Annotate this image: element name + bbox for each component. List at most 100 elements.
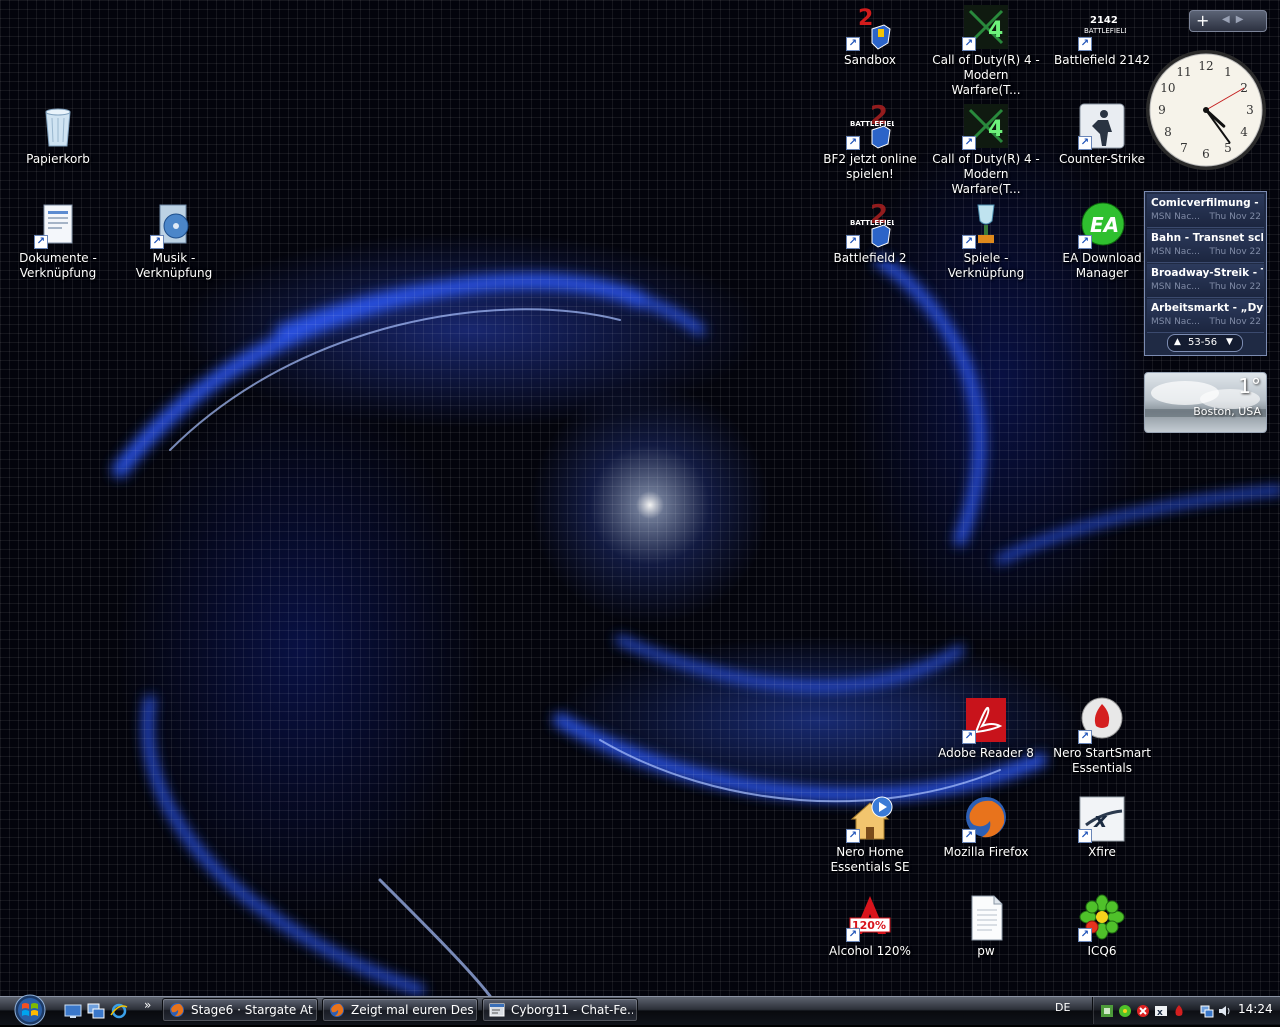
recycle-bin-icon [34,102,82,150]
clock-numeral: 8 [1164,125,1172,139]
desktop-icon-label: Nero Home Essentials SE [830,845,910,874]
news-feed-gadget: Comicverfilmung - Ei... MSN Nac... Thu N… [1144,191,1267,356]
shortcut-arrow-icon: ↗ [1078,235,1092,249]
ea-logo-text: EA [1090,213,1119,237]
bf2-online-icon: 2BATTLEFIELD ↗ [846,101,902,150]
news-item[interactable]: Comicverfilmung - Ei... MSN Nac... Thu N… [1147,194,1264,228]
shortcut-arrow-icon: ↗ [1078,136,1092,150]
desktop-icon-cod4[interactable]: 4 ↗ Call of Duty(R) 4 - Modern Warfare(T… [928,3,1044,98]
desktop-icon-recycle-bin[interactable]: Papierkorb [0,102,116,167]
clock-numeral: 11 [1176,65,1191,79]
add-gadget-button[interactable]: + [1196,11,1209,31]
counter-strike-icon: ↗ [1078,102,1126,150]
battlefield-2-icon: 2BATTLEFIELD ↗ [846,200,902,249]
desktop-icon-adobe-reader[interactable]: ↗ Adobe Reader 8 [928,696,1044,761]
tray-network-icon[interactable] [1200,1004,1214,1018]
news-date: Thu Nov 22 [1209,247,1261,257]
firefox-icon [170,1003,184,1017]
clock-numeral: 7 [1180,141,1188,155]
desktop-icon-label: Dokumente - Verknüpfung [19,251,97,280]
shortcut-arrow-icon: ↗ [1078,928,1092,942]
taskbar-button-stage6[interactable]: Stage6 · Stargate Atl... [162,998,318,1022]
desktop-icon-alcohol[interactable]: 120% ↗ Alcohol 120% [812,894,928,959]
desktop-icon-battlefield-2142[interactable]: 2142 BATTLEFIELD ↗ Battlefield 2142 [1044,3,1160,68]
weather-gadget[interactable]: 1° Boston, USA [1144,372,1267,433]
clock-numeral: 4 [1240,125,1248,139]
tray-xfire-icon[interactable]: x [1154,1004,1168,1018]
taskbar-clock[interactable]: 14:24 [1238,1002,1273,1016]
weather-city: Boston, USA [1193,405,1261,418]
clock-gadget[interactable]: 12 1234567891011 [1144,48,1268,172]
news-next-arrow-icon[interactable]: ▼ [1226,337,1233,347]
desktop-icon-cod4-2[interactable]: 4 ↗ Call of Duty(R) 4 - Modern Warfare(T… [928,102,1044,197]
desktop-icon-games[interactable]: ↗ Spiele - Verknüpfung [928,201,1044,281]
clock-numeral: 3 [1246,103,1254,117]
shortcut-arrow-icon: ↗ [150,235,164,249]
desktop-icon-label: Alcohol 120% [829,944,911,958]
taskbar-button-zeigt-mal[interactable]: Zeigt mal euren Des... [322,998,478,1022]
shortcut-arrow-icon: ↗ [962,730,976,744]
news-prev-arrow-icon[interactable]: ▲ [1174,337,1181,347]
tray-security-icon[interactable] [1136,1004,1150,1018]
language-indicator[interactable]: DE [1055,1001,1070,1014]
desktop-icon-firefox[interactable]: ↗ Mozilla Firefox [928,795,1044,860]
bf-badge: BATTLEFIELD [850,120,894,128]
tray-nero-icon[interactable] [1172,1004,1186,1018]
news-title: Bahn - Transnet sch... [1151,232,1263,244]
desktop-icon-bf2-online[interactable]: 2BATTLEFIELD ↗ BF2 jetzt online spielen! [812,101,928,182]
start-button[interactable] [10,993,50,1027]
svg-text:x: x [1157,1008,1163,1018]
desktop-icon-pw[interactable]: pw [928,894,1044,959]
news-item[interactable]: Broadway-Streik - T... MSN Nac... Thu No… [1147,264,1264,298]
shortcut-arrow-icon: ↗ [962,235,976,249]
news-source: MSN Nac... [1151,212,1200,222]
switch-windows-icon[interactable] [87,1003,105,1019]
desktop-icon-nero-home[interactable]: ↗ Nero Home Essentials SE [812,795,928,875]
tray-volume-icon[interactable] [1218,1004,1232,1018]
desktop-icon-ea-download-manager[interactable]: EA ↗ EA Download Manager [1044,201,1160,281]
adobe-reader-icon: ↗ [962,696,1010,744]
tray-network-share-icon[interactable] [1100,1004,1114,1018]
shortcut-arrow-icon: ↗ [962,136,976,150]
svg-text:2: 2 [858,6,873,31]
desktop-icon-icq[interactable]: ↗ ICQ6 [1044,894,1160,959]
internet-explorer-icon[interactable] [110,1003,128,1019]
alcohol-icon: 120% ↗ [846,894,894,942]
taskbar-button-label: Zeigt mal euren Des... [351,1003,473,1017]
documents-icon: ↗ [34,201,82,249]
desktop-icon-label: Battlefield 2 [833,251,907,265]
text-file-icon [962,894,1010,942]
desktop-icon-battlefield-2[interactable]: 2BATTLEFIELD ↗ Battlefield 2 [812,200,928,266]
shortcut-arrow-icon: ↗ [846,829,860,843]
taskbar-button-cyborg11-chat[interactable]: Cyborg11 - Chat-Fe... [482,998,638,1022]
weather-temperature: 1° [1238,374,1261,398]
bf2142-badge-sub: BATTLEFIELD [1084,27,1126,35]
ea-icon: EA ↗ [1078,201,1126,249]
desktop-icon-sandbox[interactable]: 2 ↗ Sandbox [812,3,928,68]
news-item[interactable]: Bahn - Transnet sch... MSN Nac... Thu No… [1147,229,1264,263]
tray-icq-icon[interactable] [1118,1004,1132,1018]
games-icon: ↗ [962,201,1010,249]
desktop-icon-counter-strike[interactable]: ↗ Counter-Strike [1044,102,1160,167]
news-date: Thu Nov 22 [1209,317,1261,327]
firefox-icon [330,1003,344,1017]
desktop-icon-label: Battlefield 2142 [1054,53,1150,67]
desktop-icon-label: Call of Duty(R) 4 - Modern Warfare(T... [932,53,1040,97]
desktop-icon-documents[interactable]: ↗ Dokumente - Verknüpfung [0,201,116,281]
xfire-icon: x ↗ [1078,795,1126,843]
desktop-icon-xfire[interactable]: x ↗ Xfire [1044,795,1160,860]
news-item[interactable]: Arbeitsmarkt - „Dyn... MSN Nac... Thu No… [1147,299,1264,333]
quicklaunch-overflow[interactable]: » [144,998,151,1012]
sidebar-nav-arrows-icon[interactable]: ◀▶ [1222,14,1249,25]
news-source: MSN Nac... [1151,247,1200,257]
show-desktop-icon[interactable] [64,1003,82,1019]
shortcut-arrow-icon: ↗ [1078,730,1092,744]
desktop-icon-label: Papierkorb [26,152,90,166]
desktop-icon-nero-startsmart[interactable]: ↗ Nero StartSmart Essentials [1044,696,1160,776]
news-title: Comicverfilmung - Ei... [1151,197,1263,209]
desktop-icon-label: Nero StartSmart Essentials [1053,746,1151,775]
cod4-icon: 4 ↗ [962,102,1010,150]
desktop-icon-music[interactable]: ↗ Musik - Verknüpfung [116,201,232,281]
desktop-icon-label: Spiele - Verknüpfung [947,251,1025,280]
nero-icon: ↗ [1078,696,1126,744]
